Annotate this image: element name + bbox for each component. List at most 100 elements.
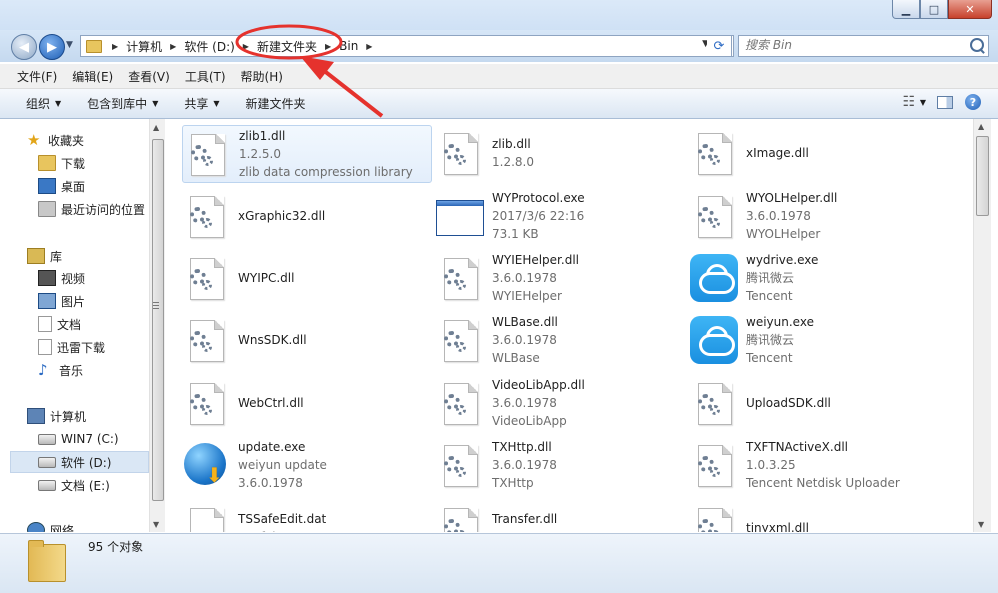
- exe-window-icon: [436, 192, 484, 240]
- file-item[interactable]: WYIPC.dll: [182, 250, 430, 306]
- file-item[interactable]: weiyun.exe 腾讯微云 Tencent: [690, 312, 938, 368]
- nav-videos[interactable]: 视频: [38, 268, 85, 288]
- file-detail: 3.6.0.1978: [492, 458, 557, 472]
- nav-favorites[interactable]: ★ 收藏夹: [27, 130, 84, 150]
- file-detail: 3.6.0.1978: [492, 333, 557, 347]
- menu-file[interactable]: 文件(F): [0, 68, 64, 85]
- breadcrumb-computer[interactable]: 计算机: [126, 38, 162, 55]
- share-button[interactable]: 共享 ▼: [184, 95, 219, 112]
- file-item[interactable]: WYOLHelper.dll 3.6.0.1978 WYOLHelper: [690, 188, 938, 244]
- file-item[interactable]: VideoLibApp.dll 3.6.0.1978 VideoLibApp: [436, 375, 684, 431]
- folder-icon: [86, 39, 102, 53]
- command-bar: 组织 ▼ 包含到库中 ▼ 共享 ▼ 新建文件夹 ☷ ▼ ?: [0, 89, 998, 119]
- nav-music[interactable]: ♪ 音乐: [38, 360, 83, 380]
- nav-scroll-thumb[interactable]: [152, 139, 164, 501]
- file-item[interactable]: zlib1.dll 1.2.5.0 zlib data compression li…: [182, 125, 432, 183]
- search-box[interactable]: [738, 35, 989, 57]
- file-item[interactable]: WYProtocol.exe 2017/3/6 22:16 73.1 KB: [436, 188, 684, 244]
- chevron-right-icon[interactable]: ▶: [243, 42, 249, 51]
- menu-view[interactable]: 查看(V): [120, 68, 177, 85]
- nav-desktop[interactable]: 桌面: [38, 176, 85, 196]
- nav-drive-c[interactable]: WIN7 (C:): [38, 429, 119, 449]
- maximize-icon[interactable]: □: [920, 0, 948, 19]
- file-detail: WLBase: [492, 351, 540, 365]
- nav-downloads-label: 下载: [61, 156, 86, 171]
- nav-pictures[interactable]: 图片: [38, 291, 85, 311]
- nav-drive-e[interactable]: 文档 (E:): [38, 475, 110, 495]
- file-detail: zlib data compression library: [239, 165, 413, 179]
- nav-network[interactable]: 网络: [27, 520, 74, 532]
- file-item[interactable]: TSSafeEdit.dat YyXf.dat: [182, 500, 430, 532]
- nav-computer-label: 计算机: [50, 409, 87, 424]
- file-item[interactable]: WLBase.dll 3.6.0.1978 WLBase: [436, 312, 684, 368]
- view-dropdown-icon[interactable]: ▼: [920, 98, 926, 107]
- organize-button[interactable]: 组织 ▼: [26, 95, 61, 112]
- forward-button[interactable]: ▶: [39, 34, 65, 60]
- menu-edit[interactable]: 编辑(E): [64, 68, 120, 85]
- file-item[interactable]: Transfer.dll 3.6.0.1978: [436, 500, 684, 532]
- minimize-icon[interactable]: ▁: [892, 0, 920, 19]
- file-item[interactable]: xGraphic32.dll: [182, 188, 430, 244]
- nav-computer[interactable]: 计算机: [27, 406, 86, 426]
- content-scrollbar[interactable]: ▲ ▼: [973, 119, 991, 532]
- file-name: zlib.dll: [492, 137, 531, 151]
- nav-libraries[interactable]: 库: [27, 246, 62, 266]
- dll-icon: [690, 379, 738, 427]
- back-button[interactable]: ◀: [11, 34, 37, 60]
- breadcrumb-drive-d[interactable]: 软件 (D:): [184, 38, 234, 55]
- picture-library-icon: [38, 293, 56, 309]
- help-button[interactable]: ?: [964, 93, 982, 111]
- windows-drive-icon: [38, 433, 56, 445]
- close-icon[interactable]: ✕: [948, 0, 992, 19]
- scroll-up-icon[interactable]: ▲: [153, 123, 159, 132]
- chevron-right-icon[interactable]: ▶: [112, 42, 118, 51]
- content-scroll-thumb[interactable]: [976, 136, 989, 216]
- chevron-right-icon[interactable]: ▶: [325, 42, 331, 51]
- file-item[interactable]: WYIEHelper.dll 3.6.0.1978 WYIEHelper: [436, 250, 684, 306]
- preview-pane-icon[interactable]: [936, 93, 954, 111]
- menu-help[interactable]: 帮助(H): [233, 68, 290, 85]
- document-library-icon: [38, 316, 52, 332]
- scroll-down-icon[interactable]: ▼: [153, 520, 159, 529]
- title-bar[interactable]: ▁ □ ✕: [0, 0, 998, 30]
- scroll-up-icon[interactable]: ▲: [978, 122, 984, 131]
- file-list: zlib1.dll 1.2.5.0 zlib data compression li…: [166, 119, 973, 532]
- nav-drive-d[interactable]: 软件 (D:): [10, 451, 149, 473]
- nav-documents[interactable]: 文档: [38, 314, 81, 334]
- breadcrumb-bin[interactable]: Bin: [339, 39, 358, 53]
- file-name: VideoLibApp.dll: [492, 378, 585, 392]
- file-item[interactable]: xImage.dll: [690, 125, 938, 181]
- share-label: 共享: [184, 97, 209, 111]
- nav-recent-places[interactable]: 最近访问的位置: [38, 199, 145, 219]
- file-name: weiyun.exe: [746, 315, 814, 329]
- include-in-library-button[interactable]: 包含到库中 ▼: [87, 95, 158, 112]
- file-item[interactable]: WnsSDK.dll: [182, 312, 430, 368]
- address-bar[interactable]: ▶ 计算机 ▶ 软件 (D:) ▶ 新建文件夹 ▶ Bin ▶ ▼: [80, 35, 734, 57]
- file-item[interactable]: zlib.dll 1.2.8.0: [436, 125, 684, 181]
- nav-scrollbar[interactable]: ▲ ▼: [149, 119, 165, 532]
- file-item[interactable]: update.exe weiyun update 3.6.0.1978: [182, 437, 430, 493]
- new-folder-button[interactable]: 新建文件夹: [246, 95, 306, 112]
- file-item[interactable]: wydrive.exe 腾讯微云 Tencent: [690, 250, 938, 306]
- scroll-down-icon[interactable]: ▼: [978, 520, 984, 529]
- recent-pages-dropdown[interactable]: ▼: [66, 40, 73, 50]
- file-name: TXHttp.dll: [492, 440, 552, 454]
- refresh-icon[interactable]: ⟳: [707, 35, 732, 57]
- breadcrumb-new-folder[interactable]: 新建文件夹: [257, 38, 317, 55]
- file-detail: YyXf.dat: [238, 528, 326, 532]
- search-icon[interactable]: [970, 38, 984, 52]
- chevron-right-icon[interactable]: ▶: [170, 42, 176, 51]
- search-input[interactable]: [739, 36, 961, 54]
- chevron-right-icon[interactable]: ▶: [366, 42, 372, 51]
- file-item[interactable]: UploadSDK.dll: [690, 375, 938, 431]
- menu-tools[interactable]: 工具(T): [177, 68, 233, 85]
- file-item[interactable]: TXHttp.dll 3.6.0.1978 TXHttp: [436, 437, 684, 493]
- nav-downloads[interactable]: 下载: [38, 153, 85, 173]
- nav-xunlei-downloads[interactable]: 迅雷下载: [38, 337, 105, 357]
- file-item[interactable]: tinyxml.dll: [690, 500, 938, 532]
- file-name: wydrive.exe: [746, 253, 819, 267]
- file-item[interactable]: WebCtrl.dll: [182, 375, 430, 431]
- change-view-icon[interactable]: ☷: [900, 93, 918, 111]
- file-detail: 3.6.0.1978: [238, 476, 303, 490]
- file-item[interactable]: TXFTNActiveX.dll 1.0.3.25 Tencent Netdisk …: [690, 437, 938, 493]
